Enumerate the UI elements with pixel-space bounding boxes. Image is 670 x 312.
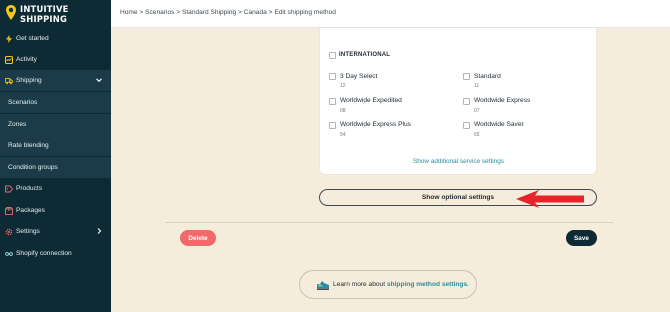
international-checkbox[interactable] [329,52,336,59]
sidebar-item-label: Rate blending [8,142,49,149]
package-icon [5,206,13,215]
shoe-icon [317,280,329,290]
tag-icon [5,185,13,192]
gear-icon [5,228,13,235]
learn-more-prefix: Learn more about [333,281,387,288]
service-label: Worldwide Express Plus [340,121,411,128]
service-code: 65 [474,132,480,138]
service-checkbox[interactable] [463,122,470,129]
sidebar-item-products[interactable]: Products [0,178,111,199]
service-checkbox[interactable] [463,73,470,80]
divider [165,222,613,223]
sidebar-item-settings[interactable]: Settings [0,221,111,242]
annotation-arrow-icon [516,190,584,208]
sidebar-item-rate-blending[interactable]: Rate blending [0,135,111,156]
service-checkbox[interactable] [329,98,336,105]
sidebar-item-zones[interactable]: Zones [0,114,111,135]
sidebar-item-scenarios[interactable]: Scenarios [0,92,111,113]
save-button[interactable]: Save [566,230,597,246]
service-checkbox[interactable] [329,73,336,80]
international-header: INTERNATIONAL [339,52,391,58]
sidebar-item-activity[interactable]: Activity [0,49,111,70]
bolt-icon [6,34,12,43]
sidebar-item-get-started[interactable]: Get started [0,28,111,49]
breadcrumb[interactable]: Home > Scenarios > Standard Shipping > C… [120,9,336,16]
sidebar: INTUITIVE SHIPPING Get started Activity … [0,0,111,312]
location-pin-icon [6,5,16,20]
chevron-down-icon[interactable] [95,76,103,84]
learn-more-suffix: . [467,281,469,288]
service-code: 07 [474,108,480,114]
learn-more-text: Learn more about shipping method setting… [333,281,469,288]
sidebar-item-label: Condition groups [8,164,58,171]
sidebar-item-label: Zones [8,121,27,128]
learn-more-box: Learn more about shipping method setting… [299,270,477,299]
brand-line-1: INTUITIVE [20,4,69,14]
service-label: Worldwide Saver [474,121,524,128]
brand-logo[interactable]: INTUITIVE SHIPPING [0,0,111,28]
service-code: 11 [474,83,480,89]
sidebar-item-shipping[interactable]: Shipping [0,70,111,91]
sidebar-item-condition-groups[interactable]: Condition groups [0,157,111,178]
sidebar-item-label: Activity [16,56,37,63]
top-bar: Home > Scenarios > Standard Shipping > C… [111,0,670,28]
service-code: 54 [340,132,346,138]
chevron-right-icon[interactable] [95,227,103,235]
service-checkbox[interactable] [329,122,336,129]
brand-name: INTUITIVE SHIPPING [20,4,69,24]
service-label: Worldwide Express [474,97,531,104]
sidebar-item-label: Settings [16,228,40,235]
sidebar-item-label: Scenarios [8,99,38,106]
sidebar-item-label: Get started [16,35,49,42]
sidebar-item-label: Shipping [16,77,42,84]
sidebar-item-label: Products [16,185,43,192]
sidebar-item-label: Packages [16,207,45,214]
sidebar-item-packages[interactable]: Packages [0,200,111,221]
service-settings-card: INTERNATIONAL 3 Day Select 12 Standard 1… [319,28,597,175]
service-label: 3 Day Select [340,73,378,80]
service-code: 08 [340,108,346,114]
service-code: 12 [340,83,346,89]
service-label: Worldwide Expedited [340,97,402,104]
sidebar-item-shopify-connection[interactable]: Shopify connection [0,243,111,264]
sidebar-item-label: Shopify connection [16,250,72,257]
delete-button[interactable]: Delete [180,230,216,246]
service-checkbox[interactable] [463,98,470,105]
shopify-icon [5,251,13,256]
truck-icon [5,77,13,84]
activity-icon [5,55,13,64]
shipping-method-settings-link[interactable]: shipping method settings [387,281,467,288]
show-additional-service-settings-link[interactable]: Show additional service settings [413,158,504,165]
service-label: Standard [474,73,501,80]
brand-line-2: SHIPPING [20,14,68,24]
